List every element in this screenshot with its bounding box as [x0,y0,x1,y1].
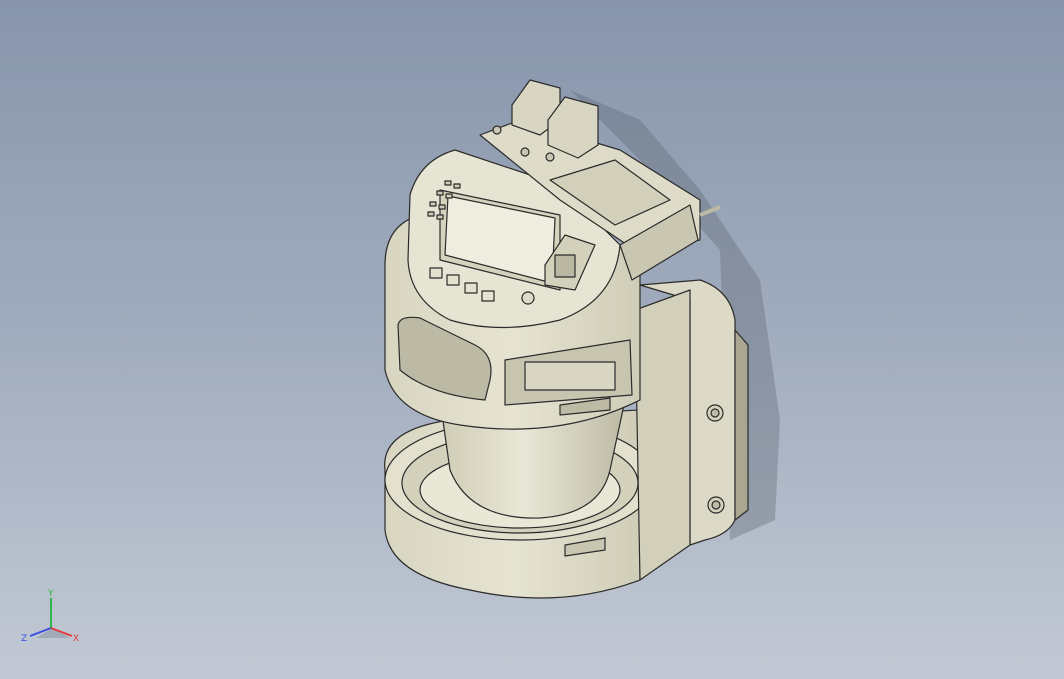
view-orientation-triad[interactable]: Y X Z [18,586,88,646]
connector-pins [554,254,576,278]
screw-right [545,152,555,162]
key-button-1[interactable] [429,267,443,279]
key-button-2[interactable] [446,274,460,286]
x-axis-label: X [73,634,79,644]
bracket-screw-top-inner [710,408,720,418]
bracket-side [734,329,749,521]
key-button-3[interactable] [464,282,478,294]
front-window-inner [524,361,616,391]
side-post [634,289,691,581]
screw-left [520,147,530,157]
cad-viewport[interactable] [0,0,1064,679]
z-axis-label: Z [21,634,27,644]
bracket-screw-bottom-inner [711,500,721,510]
laser-scanner-model[interactable] [384,79,749,599]
y-axis-label: Y [47,589,54,599]
round-button[interactable] [521,291,535,305]
screw-top [492,125,502,135]
key-button-4[interactable] [481,290,495,302]
